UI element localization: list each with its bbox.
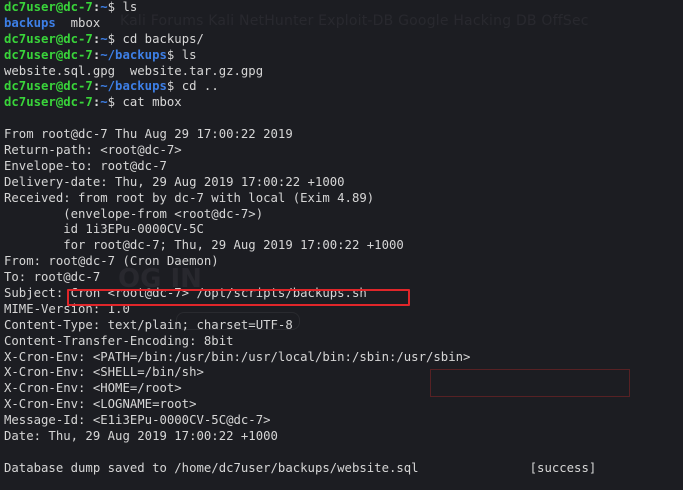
mbox-line-received: Received: from root by dc-7 with local (… [4, 190, 375, 205]
mbox-line-subject: Subject: Cron <root@dc-7> /opt/scripts/b… [4, 286, 367, 301]
prompt-line: dc7user@dc-7:~$ cat mbox [4, 95, 182, 110]
prompt-user-host: dc7user@dc-7 [4, 0, 93, 14]
command-text: cd .. [181, 79, 219, 94]
mbox-line-mime-version: MIME-Version: 1.0 [4, 301, 130, 316]
directory-entry: backups [4, 15, 56, 30]
mbox-blank-line [4, 111, 683, 127]
mbox-blank-line [4, 445, 683, 461]
command-text: cd backups/ [122, 31, 204, 46]
mbox-line-from-header: From: root@dc-7 (Cron Daemon) [4, 254, 219, 269]
mbox-line-content-type: Content-Type: text/plain; charset=UTF-8 [4, 317, 293, 332]
mbox-line-received-id: id 1i3EPu-0000CV-5C [4, 222, 204, 237]
mbox-line-from: From root@dc-7 Thu Aug 29 17:00:22 2019 [4, 127, 293, 142]
mbox-line-cron-env-path: X-Cron-Env: <PATH=/bin:/usr/bin:/usr/loc… [4, 349, 471, 364]
ls-output-line: backups mbox [4, 16, 683, 32]
mbox-line-envelope-to: Envelope-to: root@dc-7 [4, 158, 167, 173]
ls-output-line: website.sql.gpg website.tar.gz.gpg [4, 63, 264, 78]
mbox-line-transfer-encoding: Content-Transfer-Encoding: 8bit [4, 333, 234, 348]
prompt-line: dc7user@dc-7:~/backups$ cd .. [4, 79, 219, 94]
mbox-line-cron-env-home: X-Cron-Env: <HOME=/root> [4, 381, 182, 396]
terminal-output[interactable]: dc7user@dc-7:~$ ls backups mbox dc7user@… [4, 0, 683, 490]
prompt-line: dc7user@dc-7:~$ cd backups/ [4, 31, 204, 46]
mbox-line-delivery-date: Delivery-date: Thu, 29 Aug 2019 17:00:22… [4, 174, 345, 189]
mbox-line-database-dump: Database dump saved to /home/dc7user/bac… [4, 460, 597, 475]
mbox-line-received-envelope: (envelope-from <root@dc-7>) [4, 206, 264, 221]
prompt-path: ~ [100, 0, 108, 14]
mbox-line-return-path: Return-path: <root@dc-7> [4, 143, 182, 158]
prompt-line: dc7user@dc-7:~$ ls [4, 0, 138, 14]
mbox-line-cron-env-shell: X-Cron-Env: <SHELL=/bin/sh> [4, 365, 204, 380]
mbox-line-cron-env-logname: X-Cron-Env: <LOGNAME=root> [4, 397, 197, 412]
mbox-line-date: Date: Thu, 29 Aug 2019 17:00:22 +1000 [4, 429, 278, 444]
mbox-line-to: To: root@dc-7 [4, 270, 101, 285]
command-text: cat mbox [122, 95, 182, 110]
command-text: ls [122, 0, 138, 14]
command-text: ls [181, 47, 197, 62]
mbox-line-message-id: Message-Id: <E1i3EPu-0000CV-5C@dc-7> [4, 413, 271, 428]
file-entry: mbox [70, 15, 101, 30]
mbox-line-received-for: for root@dc-7; Thu, 29 Aug 2019 17:00:22… [4, 238, 404, 253]
prompt-line: dc7user@dc-7:~/backups$ ls [4, 47, 197, 62]
